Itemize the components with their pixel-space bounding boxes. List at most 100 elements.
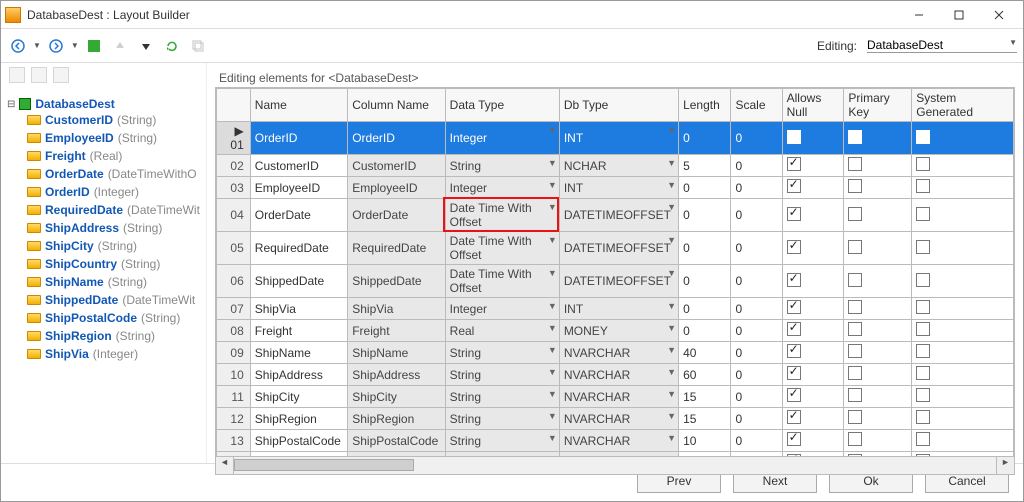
row-header[interactable]: 07: [217, 298, 251, 320]
chevron-down-icon[interactable]: ▼: [667, 323, 676, 333]
horizontal-scrollbar[interactable]: ◄ ►: [215, 457, 1015, 475]
tree-item[interactable]: ShipRegion (String): [27, 327, 202, 345]
checkbox-icon[interactable]: [916, 300, 930, 314]
chevron-down-icon[interactable]: ▼: [548, 345, 557, 355]
table-row[interactable]: 09ShipNameShipNameString▼NVARCHAR▼400: [217, 342, 1014, 364]
checkbox-icon[interactable]: [787, 273, 801, 287]
cell-db-type[interactable]: INT▼: [559, 298, 678, 320]
cell-system-generated[interactable]: [912, 430, 1014, 452]
checkbox-icon[interactable]: [787, 432, 801, 446]
cell-scale[interactable]: 0: [731, 177, 782, 199]
column-header[interactable]: Column Name: [348, 89, 445, 122]
cell-scale[interactable]: 0: [731, 122, 782, 155]
cell-name[interactable]: ShipPostalCode: [250, 430, 347, 452]
cell-primary-key[interactable]: [844, 122, 912, 155]
chevron-down-icon[interactable]: ▼: [548, 180, 557, 190]
cell-system-generated[interactable]: [912, 408, 1014, 430]
chevron-down-icon[interactable]: ▼: [667, 235, 676, 245]
cell-name[interactable]: ShipAddress: [250, 364, 347, 386]
tree-root[interactable]: ⊟ DatabaseDest: [7, 97, 202, 111]
checkbox-icon[interactable]: [848, 432, 862, 446]
cell-column-name[interactable]: ShipRegion: [348, 408, 445, 430]
cell-allows-null[interactable]: [782, 320, 844, 342]
checkbox-icon[interactable]: [916, 388, 930, 402]
checkbox-icon[interactable]: [848, 130, 862, 144]
cell-primary-key[interactable]: [844, 265, 912, 298]
cell-db-type[interactable]: DATETIMEOFFSET▼: [559, 265, 678, 298]
table-row[interactable]: 07ShipViaShipViaInteger▼INT▼00: [217, 298, 1014, 320]
cell-allows-null[interactable]: [782, 232, 844, 265]
cell-db-type[interactable]: DATETIMEOFFSET▼: [559, 232, 678, 265]
cell-system-generated[interactable]: [912, 232, 1014, 265]
tree-item[interactable]: ShipAddress (String): [27, 219, 202, 237]
checkbox-icon[interactable]: [787, 179, 801, 193]
cell-allows-null[interactable]: [782, 364, 844, 386]
chevron-down-icon[interactable]: ▼: [548, 202, 557, 212]
table-row[interactable]: 11ShipCityShipCityString▼NVARCHAR▼150: [217, 386, 1014, 408]
row-header[interactable]: 10: [217, 364, 251, 386]
cell-db-type[interactable]: INT▼: [559, 122, 678, 155]
tree-item[interactable]: ShipPostalCode (String): [27, 309, 202, 327]
cell-name[interactable]: RequiredDate: [250, 232, 347, 265]
checkbox-icon[interactable]: [916, 207, 930, 221]
cell-system-generated[interactable]: [912, 386, 1014, 408]
cell-scale[interactable]: 0: [731, 342, 782, 364]
cell-data-type[interactable]: Real▼: [445, 320, 559, 342]
column-header[interactable]: Length: [679, 89, 731, 122]
cell-name[interactable]: ShippedDate: [250, 265, 347, 298]
tree-item[interactable]: OrderDate (DateTimeWithO: [27, 165, 202, 183]
checkbox-icon[interactable]: [916, 366, 930, 380]
table-row[interactable]: 10ShipAddressShipAddressString▼NVARCHAR▼…: [217, 364, 1014, 386]
cell-db-type[interactable]: MONEY▼: [559, 320, 678, 342]
cell-name[interactable]: CustomerID: [250, 155, 347, 177]
column-header[interactable]: Db Type: [559, 89, 678, 122]
cell-column-name[interactable]: ShipCity: [348, 386, 445, 408]
row-header[interactable]: ▶ 01: [217, 122, 251, 155]
checkbox-icon[interactable]: [916, 273, 930, 287]
checkbox-icon[interactable]: [787, 207, 801, 221]
chevron-down-icon[interactable]: ▼: [548, 268, 557, 278]
cell-db-type[interactable]: INT▼: [559, 177, 678, 199]
checkbox-icon[interactable]: [916, 344, 930, 358]
chevron-down-icon[interactable]: ▼: [667, 433, 676, 443]
maximize-button[interactable]: [939, 2, 979, 28]
cell-length[interactable]: 10: [679, 430, 731, 452]
tree-item[interactable]: ShipCity (String): [27, 237, 202, 255]
checkbox-icon[interactable]: [787, 344, 801, 358]
cell-db-type[interactable]: NVARCHAR▼: [559, 342, 678, 364]
chevron-down-icon[interactable]: ▼: [667, 301, 676, 311]
cell-primary-key[interactable]: [844, 364, 912, 386]
row-header[interactable]: 04: [217, 199, 251, 232]
cell-data-type[interactable]: Integer▼: [445, 177, 559, 199]
chevron-down-icon[interactable]: ▼: [548, 389, 557, 399]
chevron-down-icon[interactable]: ▼: [548, 301, 557, 311]
chevron-down-icon[interactable]: ▼: [667, 158, 676, 168]
cell-data-type[interactable]: String▼: [445, 155, 559, 177]
cell-primary-key[interactable]: [844, 177, 912, 199]
checkbox-icon[interactable]: [787, 322, 801, 336]
cell-name[interactable]: ShipRegion: [250, 408, 347, 430]
cell-db-type[interactable]: DATETIMEOFFSET▼: [559, 199, 678, 232]
column-header[interactable]: Scale: [731, 89, 782, 122]
cell-length[interactable]: 15: [679, 408, 731, 430]
table-row[interactable]: 12ShipRegionShipRegionString▼NVARCHAR▼15…: [217, 408, 1014, 430]
cell-db-type[interactable]: NVARCHAR▼: [559, 408, 678, 430]
chevron-down-icon[interactable]: ▼: [548, 411, 557, 421]
collapse-icon[interactable]: ⊟: [7, 99, 15, 110]
table-row[interactable]: 05RequiredDateRequiredDateDate Time With…: [217, 232, 1014, 265]
tree-item[interactable]: Freight (Real): [27, 147, 202, 165]
copy-button[interactable]: [187, 35, 209, 57]
cell-name[interactable]: OrderDate: [250, 199, 347, 232]
forward-button[interactable]: [45, 35, 67, 57]
tree-item[interactable]: CustomerID (String): [27, 111, 202, 129]
table-row[interactable]: 02CustomerIDCustomerIDString▼NCHAR▼50: [217, 155, 1014, 177]
cell-scale[interactable]: 0: [731, 320, 782, 342]
checkbox-icon[interactable]: [848, 366, 862, 380]
cell-primary-key[interactable]: [844, 386, 912, 408]
scroll-left-icon[interactable]: ◄: [216, 457, 234, 474]
up-button[interactable]: [109, 35, 131, 57]
cell-system-generated[interactable]: [912, 155, 1014, 177]
cell-allows-null[interactable]: [782, 298, 844, 320]
row-header[interactable]: 06: [217, 265, 251, 298]
cell-column-name[interactable]: CustomerID: [348, 155, 445, 177]
